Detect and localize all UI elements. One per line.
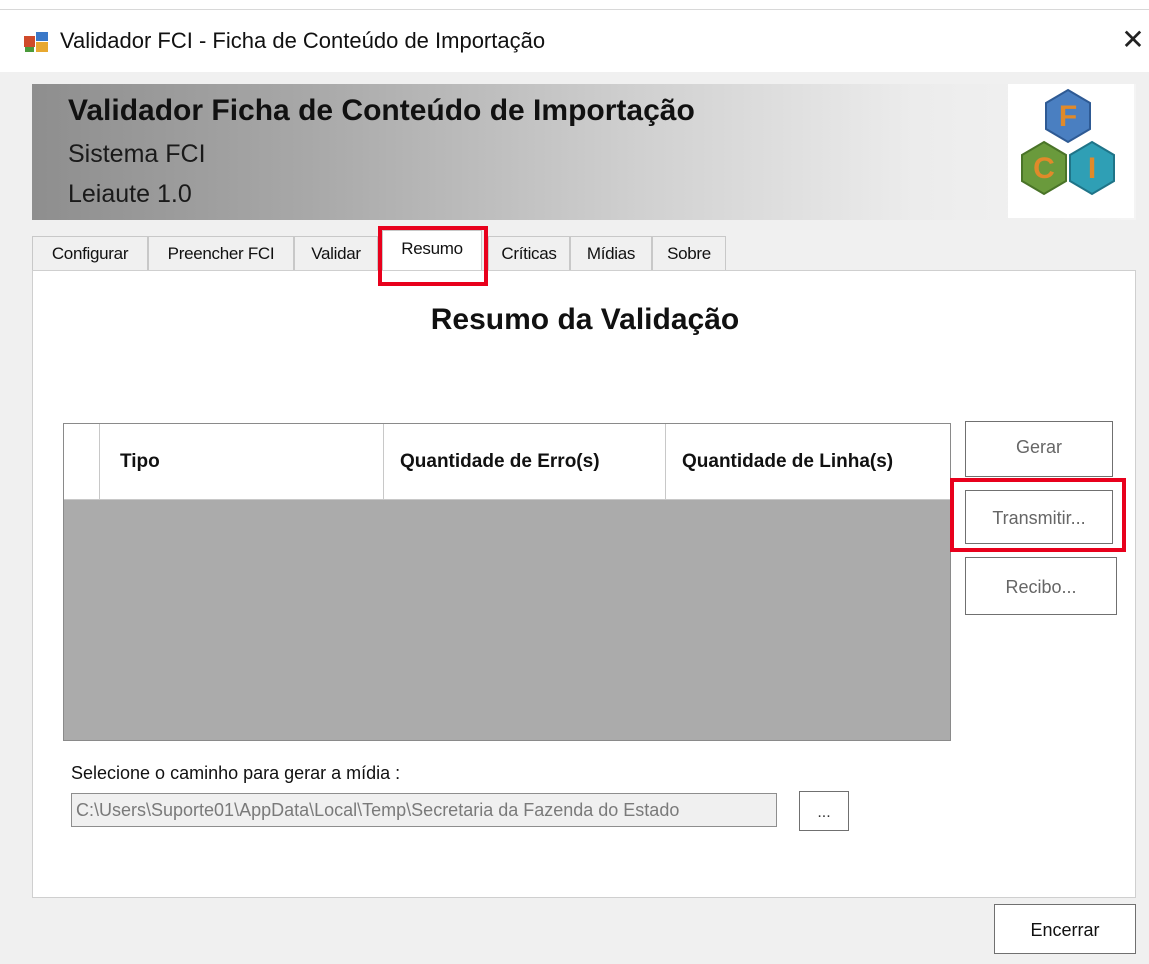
logo-letter-f: F xyxy=(1059,100,1077,133)
summary-grid[interactable]: Tipo Quantidade de Erro(s) Quantidade de… xyxy=(63,423,951,741)
tab-criticas[interactable]: Críticas xyxy=(488,236,570,270)
close-icon[interactable]: ✕ xyxy=(1118,26,1148,56)
media-path-input[interactable]: C:\Users\Suporte01\AppData\Local\Temp\Se… xyxy=(71,793,777,827)
tab-preencher-fci[interactable]: Preencher FCI xyxy=(148,236,294,270)
recibo-button[interactable]: Recibo... xyxy=(965,557,1117,615)
tab-sobre[interactable]: Sobre xyxy=(652,236,726,270)
banner-layout-version: Leiaute 1.0 xyxy=(68,180,192,208)
banner-title: Validador Ficha de Conteúdo de Importaçã… xyxy=(68,94,695,127)
gerar-button[interactable]: Gerar xyxy=(965,421,1113,477)
app-window-icon xyxy=(24,32,48,52)
top-strip xyxy=(0,0,1149,10)
panel-title: Resumo da Validação xyxy=(430,303,740,336)
browse-button[interactable]: ... xyxy=(799,791,849,831)
column-header-tipo[interactable]: Tipo xyxy=(100,424,384,500)
column-header-quantidade-erros[interactable]: Quantidade de Erro(s) xyxy=(384,424,666,500)
transmitir-button[interactable]: Transmitir... xyxy=(965,490,1113,544)
validator-window: Validador FCI - Ficha de Conteúdo de Imp… xyxy=(0,0,1149,964)
logo-letter-i: I xyxy=(1088,152,1096,185)
tab-validar[interactable]: Validar xyxy=(294,236,378,270)
grid-row-header-column xyxy=(64,424,100,500)
title-bar: Validador FCI - Ficha de Conteúdo de Imp… xyxy=(0,10,1149,72)
path-label: Selecione o caminho para gerar a mídia : xyxy=(71,763,401,783)
column-header-quantidade-linhas[interactable]: Quantidade de Linha(s) xyxy=(666,424,950,500)
tab-midias[interactable]: Mídias xyxy=(570,236,652,270)
resumo-panel: Resumo da Validação Tipo Quantidade de E… xyxy=(32,270,1136,898)
tab-configurar[interactable]: Configurar xyxy=(32,236,148,270)
fci-hexagon-logo: F C I xyxy=(1008,84,1134,218)
window-title: Validador FCI - Ficha de Conteúdo de Imp… xyxy=(60,28,546,53)
tab-resumo[interactable]: Resumo xyxy=(382,230,482,270)
header-banner: Validador Ficha de Conteúdo de Importaçã… xyxy=(32,84,1136,220)
logo-letter-c: C xyxy=(1033,152,1055,185)
grid-header: Tipo Quantidade de Erro(s) Quantidade de… xyxy=(64,424,950,500)
encerrar-button[interactable]: Encerrar xyxy=(994,904,1136,954)
banner-system-name: Sistema FCI xyxy=(68,140,206,168)
